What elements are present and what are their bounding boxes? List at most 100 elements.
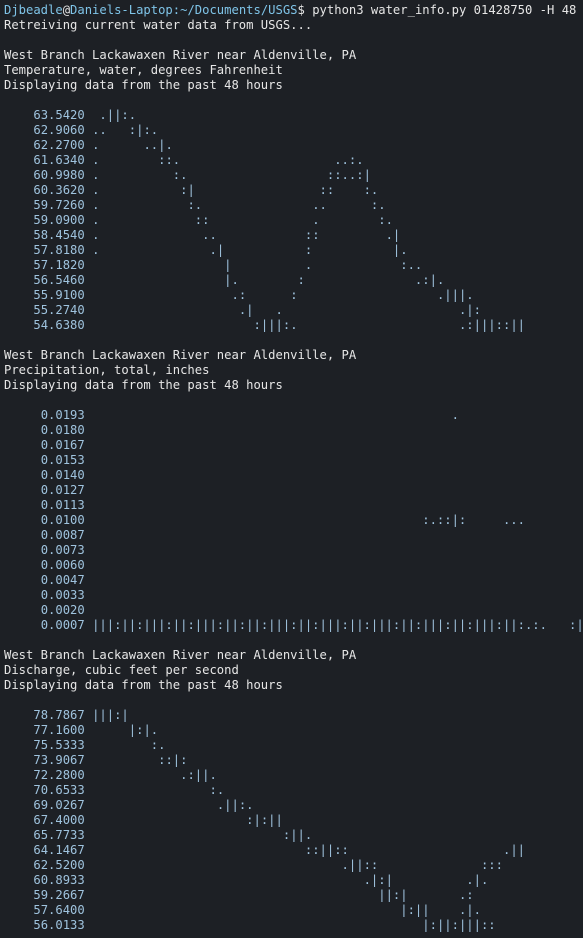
plot-marks: . :. ::..:|	[92, 168, 371, 182]
plot-row: 57.1820 | . :..	[4, 258, 583, 273]
plot-row: 73.9067 ::|:	[4, 753, 583, 768]
row-indent	[4, 828, 33, 842]
row-indent	[4, 138, 33, 152]
tick-gap	[85, 183, 92, 197]
tick-gap	[85, 768, 92, 782]
plot-marks: . ..|.	[92, 138, 173, 152]
row-indent	[4, 903, 33, 917]
plot-row: 0.0167	[4, 438, 583, 453]
tick-gap	[85, 528, 92, 542]
plot-marks: . :| :: :.	[92, 183, 379, 197]
tick-gap	[85, 153, 92, 167]
row-indent	[4, 408, 41, 422]
plot-marks: .||:.	[92, 108, 137, 122]
prompt-host: Daniels-Laptop	[70, 3, 173, 17]
y-tick-label: 62.2700	[33, 138, 85, 152]
y-tick-label: 0.0007	[40, 618, 85, 632]
tick-gap	[85, 828, 92, 842]
row-indent	[4, 843, 33, 857]
y-tick-label: 55.2740	[33, 303, 85, 317]
plot-row: 62.9060 .. :|:.	[4, 123, 583, 138]
plot-marks: :.	[92, 783, 225, 797]
row-indent	[4, 228, 33, 242]
plot-marks: |:|.	[92, 723, 159, 737]
plot-row: 0.0020	[4, 603, 583, 618]
y-tick-label: 73.9067	[33, 753, 85, 767]
row-indent	[4, 423, 41, 437]
plot-row: 0.0007 |||:||:|||:||:|||:||:||:|||:||:||…	[4, 618, 583, 633]
range-text: Displaying data from the past 48 hours	[4, 78, 283, 92]
row-indent	[4, 738, 33, 752]
station-name: West Branch Lackawaxen River near Aldenv…	[4, 648, 357, 662]
plot-marks: .. :|:.	[92, 123, 159, 137]
plot-marks: ::|:	[92, 753, 188, 767]
tick-gap	[85, 468, 92, 482]
y-tick-label: 0.0060	[40, 558, 85, 572]
parameter-name: Temperature, water, degrees Fahrenheit	[4, 63, 283, 77]
plot-row: 55.9100 .: : .|||.	[4, 288, 583, 303]
tick-gap	[85, 903, 92, 917]
y-tick-label: 0.0153	[40, 453, 85, 467]
y-tick-label: 56.0133	[33, 918, 85, 932]
plot-row: 58.4540 . .. :: .|	[4, 228, 583, 243]
y-tick-label: 60.9980	[33, 168, 85, 182]
terminal-window[interactable]: Djbeadle@Daniels-Laptop:~/Documents/USGS…	[0, 0, 583, 938]
plot-marks: |. : .:|.	[92, 273, 445, 287]
y-tick-label: 59.0900	[33, 213, 85, 227]
tick-gap	[85, 318, 92, 332]
row-indent	[4, 573, 41, 587]
plot-row: 72.2800 .:||.	[4, 768, 583, 783]
plot-row: 63.5420 .||:.	[4, 108, 583, 123]
plot-row: 62.2700 . ..|.	[4, 138, 583, 153]
row-indent	[4, 288, 33, 302]
y-tick-label: 57.1820	[33, 258, 85, 272]
y-tick-label: 54.6380	[33, 318, 85, 332]
tick-gap	[85, 168, 92, 182]
tick-gap	[85, 723, 92, 737]
output-sections: West Branch Lackawaxen River near Aldenv…	[4, 33, 583, 933]
y-tick-label: 55.9100	[33, 288, 85, 302]
tick-gap	[85, 108, 92, 122]
station-name: West Branch Lackawaxen River near Aldenv…	[4, 348, 357, 362]
plot-marks: . :: . :.	[92, 213, 393, 227]
row-indent	[4, 123, 33, 137]
row-indent	[4, 453, 41, 467]
row-indent	[4, 813, 33, 827]
tick-gap	[85, 438, 92, 452]
row-indent	[4, 753, 33, 767]
y-tick-label: 0.0140	[40, 468, 85, 482]
plot-row: 0.0100 :.::|: ...	[4, 513, 583, 528]
row-indent	[4, 588, 41, 602]
plot-row: 60.8933 .|:| .|.	[4, 873, 583, 888]
tick-gap	[85, 588, 92, 602]
plot-row: 69.0267 .||:.	[4, 798, 583, 813]
y-tick-label: 70.6533	[33, 783, 85, 797]
plot-row: 59.2667 ||:| .:	[4, 888, 583, 903]
tick-gap	[85, 888, 92, 902]
tick-gap	[85, 303, 92, 317]
y-tick-label: 63.5420	[33, 108, 85, 122]
tick-gap	[85, 873, 92, 887]
prompt-symbol: $	[297, 3, 313, 17]
plot-marks: :||.	[92, 828, 313, 842]
row-indent	[4, 543, 41, 557]
row-indent	[4, 528, 41, 542]
command-text[interactable]: python3 water_info.py 01428750 -H 48 -f	[312, 3, 583, 17]
y-tick-label: 0.0127	[40, 483, 85, 497]
row-indent	[4, 438, 41, 452]
plot-row: 70.6533 :.	[4, 783, 583, 798]
row-indent	[4, 198, 33, 212]
plot-row: 0.0127	[4, 483, 583, 498]
range-text: Displaying data from the past 48 hours	[4, 378, 283, 392]
plot-marks: :.::|: ...	[92, 513, 525, 527]
prompt-path: :~/Documents/USGS	[172, 3, 298, 17]
plot-row: 0.0073	[4, 543, 583, 558]
plot-row: 65.7733 :||.	[4, 828, 583, 843]
y-tick-label: 0.0167	[40, 438, 85, 452]
station-name: West Branch Lackawaxen River near Aldenv…	[4, 48, 357, 62]
tick-gap	[85, 258, 92, 272]
plot-row: 0.0153	[4, 453, 583, 468]
plot-marks: ::||:: .||	[92, 843, 525, 857]
row-indent	[4, 783, 33, 797]
